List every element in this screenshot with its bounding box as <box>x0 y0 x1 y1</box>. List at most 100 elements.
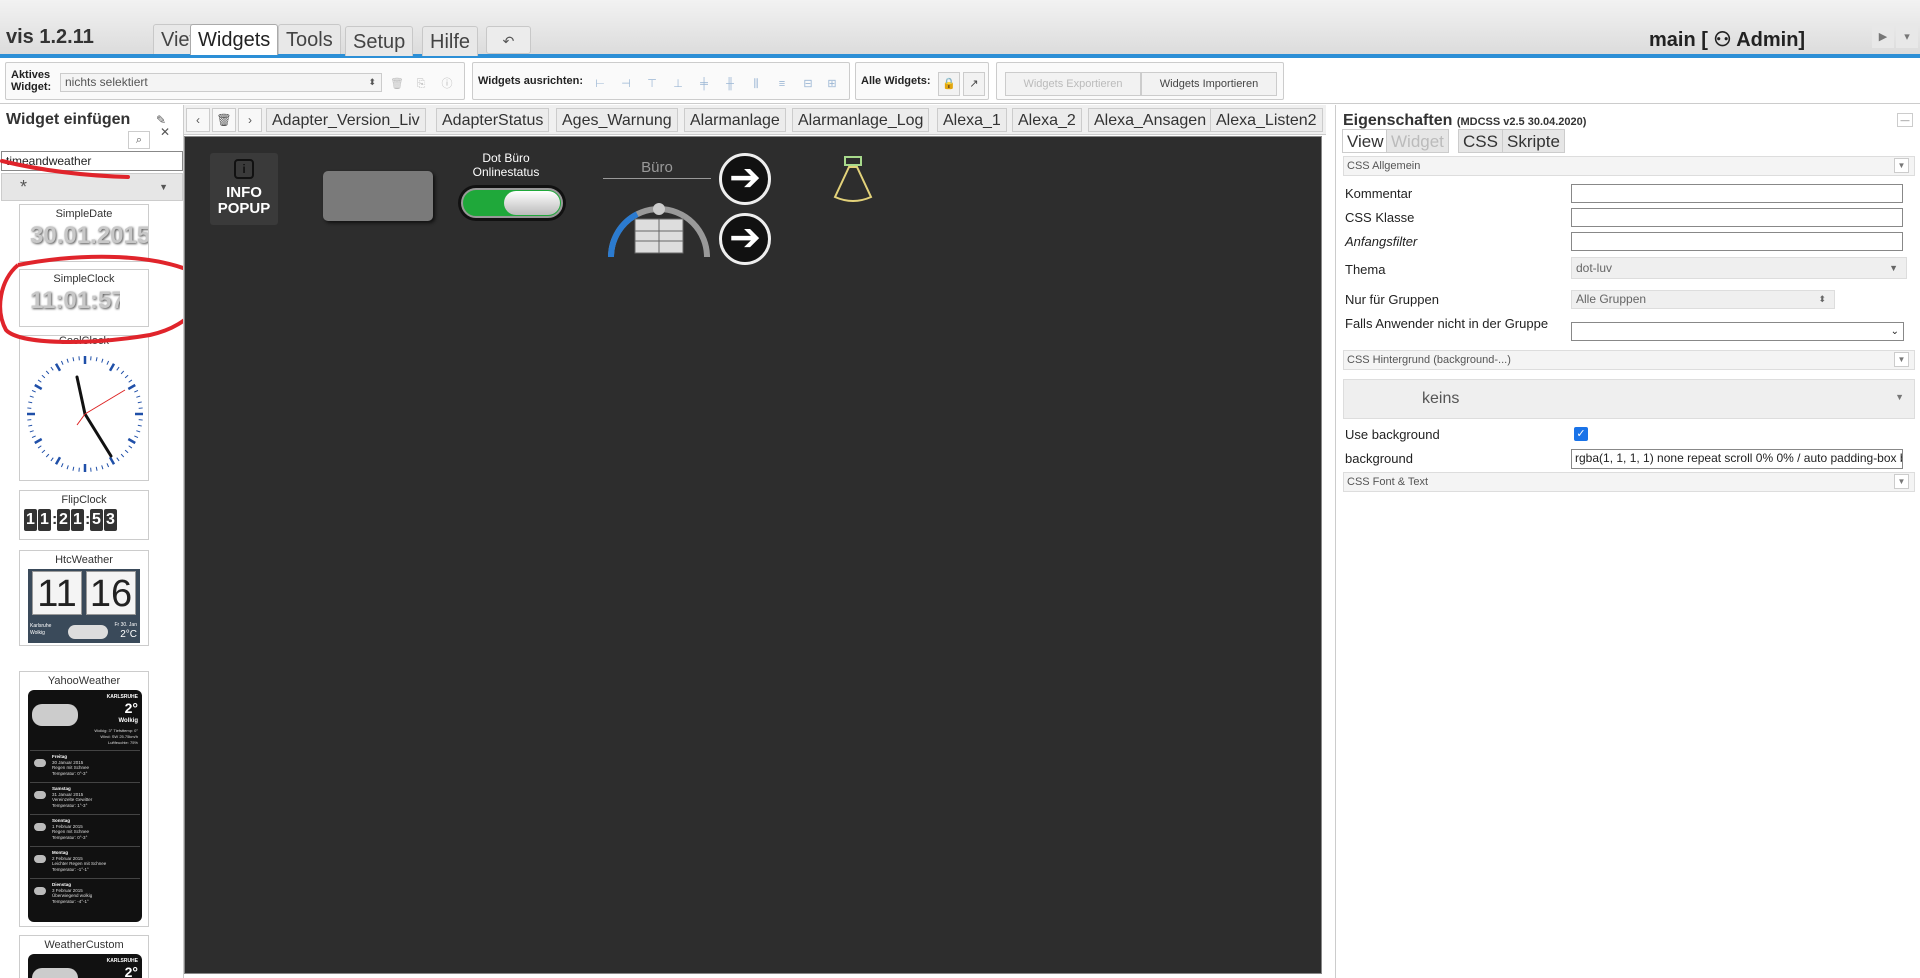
clock-tick <box>45 370 50 375</box>
css-klasse-input[interactable] <box>1571 208 1903 227</box>
chevron-updown-icon: ⬍ <box>1818 294 1826 304</box>
widget-flipclock[interactable]: FlipClock 11:21:53 <box>19 490 149 540</box>
anfangsfilter-input[interactable] <box>1571 232 1903 251</box>
tab-setup[interactable]: Setup <box>345 26 414 56</box>
gray-button-widget[interactable] <box>323 171 433 221</box>
undo-button[interactable]: ↶ <box>486 26 531 54</box>
arrow-right-icon[interactable]: ➔ <box>719 213 771 265</box>
onlinestatus-toggle[interactable] <box>458 185 566 221</box>
align-center-h-icon[interactable]: ╪ <box>695 75 713 93</box>
tab-widget[interactable]: Widget <box>1386 129 1449 153</box>
section-css-hintergrund[interactable]: CSS Hintergrund (background-...) ▼ <box>1343 350 1915 370</box>
chevron-down-icon: ▼ <box>1889 263 1898 273</box>
widget-simpleclock[interactable]: SimpleClock 11:01:57 <box>19 269 149 327</box>
yahoo-detail-line: Luftfeuchte: 75% <box>107 740 138 745</box>
background-input[interactable]: rgba(1, 1, 1, 1) none repeat scroll 0% 0… <box>1571 449 1903 469</box>
clock-tick <box>124 449 129 454</box>
view-tab[interactable]: Alexa_1 <box>937 108 1007 132</box>
clock-tick <box>31 389 36 393</box>
same-width-icon[interactable]: ⊟ <box>799 75 817 93</box>
export-widgets-button[interactable]: Widgets Exportieren <box>1005 72 1141 96</box>
background-type-select[interactable]: keins ▼ <box>1343 379 1915 419</box>
view-tab[interactable]: Adapter_Version_Liv <box>266 108 426 132</box>
clock-tick <box>127 383 136 391</box>
clock-tick <box>28 401 33 404</box>
tab-widgets[interactable]: Widgets <box>190 24 279 55</box>
kommentar-input[interactable] <box>1571 184 1903 203</box>
close-icon[interactable]: ✕ <box>160 125 170 139</box>
align-top-icon[interactable]: ⊤ <box>643 75 661 93</box>
copy-icon[interactable]: ⎘ <box>412 75 430 93</box>
align-right-icon[interactable]: ⊣ <box>617 75 635 93</box>
flip-digit: 2 <box>57 509 70 531</box>
view-tab[interactable]: Alexa_2 <box>1012 108 1082 132</box>
section-label: CSS Allgemein <box>1347 160 1421 172</box>
use-background-checkbox[interactable]: ✓ <box>1574 427 1588 441</box>
external-link-icon[interactable]: ↗ <box>963 72 985 96</box>
view-tab[interactable]: Alarmanlage <box>684 108 786 132</box>
widget-htcweather[interactable]: HtcWeather 11 16 Karlsruhe Wolkig Fr 30.… <box>19 550 149 646</box>
align-center-v-icon[interactable]: ╫ <box>721 75 739 93</box>
view-tab[interactable]: Alarmanlage_Log <box>792 108 930 132</box>
clock-tick <box>60 360 64 365</box>
clock-tick <box>28 424 33 427</box>
widget-simpledate[interactable]: SimpleDate 30.01.2015 <box>19 204 149 262</box>
widget-weathercustom[interactable]: WeatherCustom KARLSRUHE 2° <box>19 935 149 978</box>
minimize-icon[interactable]: — <box>1897 113 1913 127</box>
widget-coolclock[interactable]: CoolClock <box>19 335 149 481</box>
section-css-font[interactable]: CSS Font & Text ▼ <box>1343 472 1915 492</box>
filter-value: * <box>20 177 28 197</box>
ceiling-lamp-icon[interactable] <box>825 153 881 209</box>
chevron-right-icon[interactable]: › <box>238 108 262 132</box>
view-canvas[interactable]: i INFO POPUP Dot Büro Onlinestatus Büro … <box>184 136 1322 974</box>
info-icon[interactable]: ⓘ <box>438 75 456 93</box>
search-icon[interactable]: ⌕ <box>128 131 150 149</box>
info-popup-widget[interactable]: i INFO POPUP <box>210 153 278 225</box>
forecast-temp: Temperatur: -4°-1° <box>52 898 89 904</box>
coolclock-icon <box>27 356 143 472</box>
delete-icon[interactable]: 🗑 <box>388 75 406 93</box>
properties-title: Eigenschaften (MDCSS v2.5 30.04.2020) <box>1343 112 1586 130</box>
align-bottom-icon[interactable]: ⊥ <box>669 75 687 93</box>
widget-name: CoolClock <box>58 335 110 347</box>
same-height-icon[interactable]: ⊞ <box>823 75 841 93</box>
clock-tick <box>136 430 141 433</box>
widget-yahooweather[interactable]: YahooWeather KARLSRUHE 2° Wolkig Wolkig:… <box>19 671 149 927</box>
thema-select[interactable]: dot-luv ▼ <box>1571 257 1907 279</box>
import-widgets-button[interactable]: Widgets Importieren <box>1141 72 1277 96</box>
weather-icon <box>34 759 46 767</box>
view-tabs-bar: ‹ 🗑 › Adapter_Version_Liv AdapterStatus … <box>184 105 1326 135</box>
anwender-select[interactable]: ⌄ <box>1571 322 1904 341</box>
palette-filter-select[interactable]: * ▼ <box>1 173 183 201</box>
distribute-h-icon[interactable]: ⫼ <box>747 75 765 93</box>
play-icon[interactable]: ▶ <box>1872 26 1894 48</box>
section-label: CSS Hintergrund (background-...) <box>1347 354 1511 366</box>
clock-tick <box>101 465 104 470</box>
gruppen-select[interactable]: Alle Gruppen ⬍ <box>1571 290 1835 309</box>
chevron-down-icon: ⌄ <box>1890 326 1899 337</box>
active-widget-select[interactable]: nichts selektiert ⬍ <box>60 73 382 92</box>
yahoo-cond: Wolkig <box>118 718 138 724</box>
tab-skripte[interactable]: Skripte <box>1502 129 1565 153</box>
view-tab[interactable]: AdapterStatus <box>436 108 550 132</box>
thema-value: dot-luv <box>1576 261 1613 275</box>
forecast-temp: Temperatur: 1°-3° <box>52 802 88 808</box>
lock-icon[interactable]: 🔒 <box>938 72 960 96</box>
section-css-allgemein[interactable]: CSS Allgemein ▼ <box>1343 156 1915 176</box>
distribute-v-icon[interactable]: ≡ <box>773 75 791 93</box>
palette-search-input[interactable]: timeandweather <box>1 151 183 171</box>
align-left-icon[interactable]: ⊢ <box>591 75 609 93</box>
chevron-down-icon[interactable]: ▾ <box>1896 26 1918 48</box>
chevron-left-icon[interactable]: ‹ <box>186 108 210 132</box>
tab-tools[interactable]: Tools <box>278 24 341 54</box>
view-tab[interactable]: Alexa_Ansagen <box>1088 108 1213 132</box>
tab-hilfe[interactable]: Hilfe <box>422 26 479 56</box>
view-tab[interactable]: Alexa_Listen2 <box>1210 108 1323 132</box>
clock-tick <box>37 445 42 449</box>
buero-gauge[interactable] <box>603 189 715 259</box>
view-tab[interactable]: Ages_Warnung <box>556 108 678 132</box>
tab-css[interactable]: CSS <box>1458 129 1503 153</box>
arrow-right-icon[interactable]: ➔ <box>719 153 771 205</box>
trash-icon[interactable]: 🗑 <box>212 108 236 132</box>
tab-view[interactable]: View <box>1342 129 1389 153</box>
